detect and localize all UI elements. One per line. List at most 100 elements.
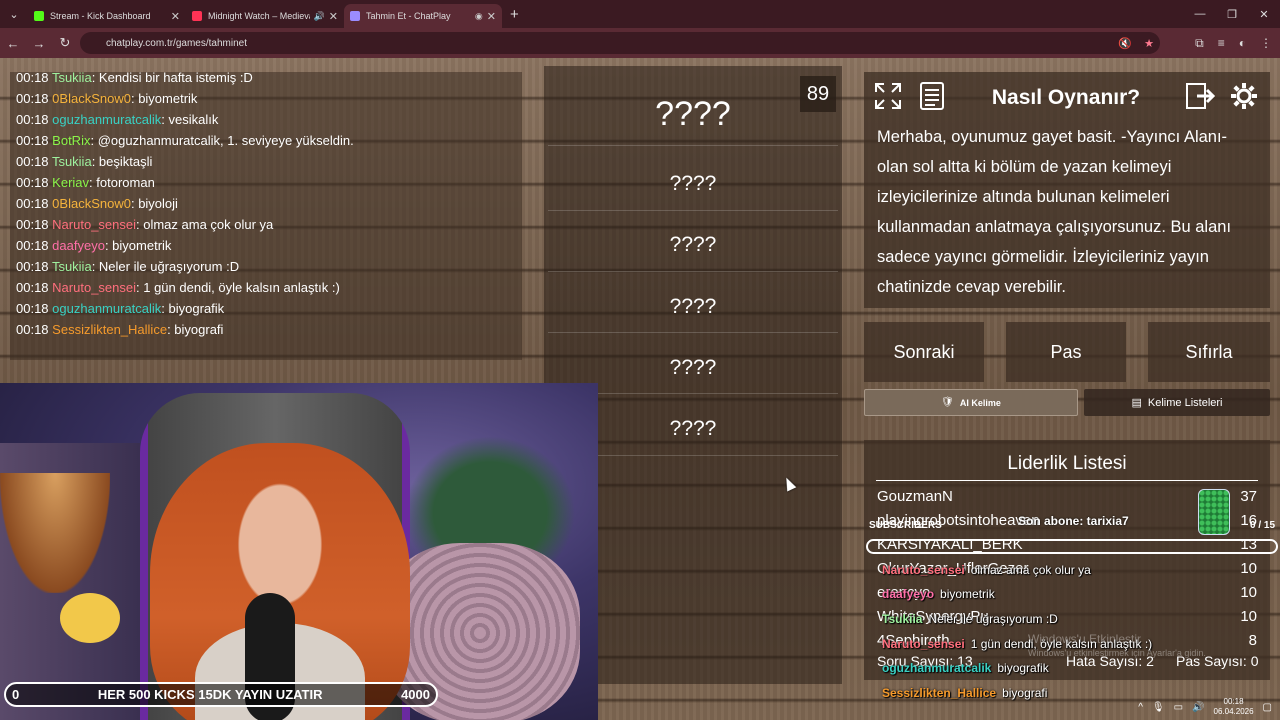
document-icon: ▤ bbox=[1131, 397, 1142, 409]
chat-username[interactable]: Naruto_sensei bbox=[52, 280, 136, 295]
tab-search-chevron-icon[interactable]: ⌄ bbox=[0, 0, 28, 28]
address-bar[interactable]: chatplay.com.tr/games/tahminet 🔇 ★ bbox=[80, 32, 1160, 54]
tab-close-icon[interactable]: ✕ bbox=[329, 10, 338, 23]
chevron-up-icon[interactable]: ^ bbox=[1138, 702, 1143, 713]
paper-umbrella bbox=[0, 473, 110, 593]
network-icon[interactable]: ▭ bbox=[1174, 702, 1183, 713]
chat-text: biyografi bbox=[174, 322, 224, 337]
overlay-chat-text: biyografi bbox=[1002, 686, 1048, 700]
notifications-icon[interactable]: ▢ bbox=[1263, 702, 1272, 713]
chat-time: 00:18 bbox=[16, 91, 49, 106]
extensions-icon[interactable]: ⧉ bbox=[1195, 36, 1204, 51]
chat-username[interactable]: Tsukiia bbox=[52, 259, 92, 274]
overlay-chat-username: Naruto_sensei bbox=[882, 563, 965, 577]
reload-icon[interactable]: ↻ bbox=[52, 35, 78, 51]
minimize-icon[interactable]: — bbox=[1184, 0, 1216, 28]
toolbar-right: ⧉ ≡ ◐ ⋮ bbox=[1195, 28, 1272, 58]
chat-message: 00:18 Naruto_sensei: olmaz ama çok olur … bbox=[16, 217, 273, 232]
watermark-subtitle: Windows'u etkinleştirmek için Ayarlar'a … bbox=[1028, 648, 1206, 658]
chat-username[interactable]: Keriav bbox=[52, 175, 89, 190]
browser-menu-icon[interactable]: ⋮ bbox=[1260, 36, 1272, 50]
fullscreen-icon[interactable] bbox=[870, 78, 906, 114]
chat-separator: : bbox=[91, 70, 99, 85]
chat-time: 00:18 bbox=[16, 154, 49, 169]
chat-username[interactable]: 0BlackSnow0 bbox=[52, 196, 131, 211]
clock[interactable]: 00:18 06.04.2026 bbox=[1214, 697, 1254, 717]
chat-time: 00:18 bbox=[16, 70, 49, 85]
clock-time: 00:18 bbox=[1223, 697, 1244, 706]
close-window-icon[interactable]: ✕ bbox=[1248, 0, 1280, 28]
reset-button[interactable]: Sıfırla bbox=[1148, 322, 1270, 382]
chat-username[interactable]: oguzhanmuratcalik bbox=[52, 301, 161, 316]
tab-close-icon[interactable]: ✕ bbox=[171, 10, 180, 23]
overlay-chat-message: oguzhanmuratcalik biyografik bbox=[882, 661, 1049, 675]
settings-gear-icon[interactable] bbox=[1226, 78, 1262, 114]
bookmark-star-icon[interactable]: ★ bbox=[1144, 37, 1154, 50]
kick-goal-start: 0 bbox=[12, 687, 20, 702]
divider bbox=[548, 145, 838, 146]
overlay-chat-text: olmaz ama çok olur ya bbox=[970, 563, 1091, 577]
chat-time: 00:18 bbox=[16, 175, 49, 190]
divider bbox=[548, 332, 838, 333]
overlay-chat-message: daafyeyo biyometrik bbox=[882, 587, 995, 601]
tab-tahmin-et[interactable]: Tahmin Et - ChatPlay ◉ ✕ bbox=[344, 4, 502, 28]
forbidden-word: ???? bbox=[669, 172, 717, 195]
tab-kick-dashboard[interactable]: Stream - Kick Dashboard ✕ bbox=[28, 4, 186, 28]
chat-time: 00:18 bbox=[16, 322, 49, 337]
next-button[interactable]: Sonraki bbox=[864, 322, 984, 382]
chat-separator: : bbox=[90, 133, 98, 148]
chat-username[interactable]: Sessizlikten_Hallice bbox=[52, 322, 167, 337]
chat-time: 00:18 bbox=[16, 133, 49, 148]
tab-midnight-watch[interactable]: Midnight Watch – Medieval 🔊 ✕ bbox=[186, 4, 344, 28]
forward-icon[interactable]: → bbox=[26, 36, 52, 51]
overlay-chat-username: Sessizlikten_Hallice bbox=[882, 686, 997, 700]
chat-username[interactable]: Tsukiia bbox=[52, 70, 92, 85]
main-hidden-word: ???? bbox=[655, 95, 731, 133]
system-tray: ^ 🎙 ▭ 🔊 00:18 06.04.2026 ▢ bbox=[1138, 696, 1272, 718]
omnibox-actions: 🔇 ★ bbox=[1118, 32, 1154, 54]
chat-time: 00:18 bbox=[16, 301, 49, 316]
chat-message: 00:18 oguzhanmuratcalik: biyografik bbox=[16, 301, 224, 316]
restore-icon[interactable]: ❐ bbox=[1216, 0, 1248, 28]
windows-activation-watermark: Windows'u Etkinleştir Windows'u etkinleş… bbox=[1028, 632, 1206, 660]
forbidden-word: ???? bbox=[669, 356, 717, 379]
overlay-chat-username: daafyeyo bbox=[882, 587, 935, 601]
overlay-chat-username: oguzhanmuratcalik bbox=[882, 661, 992, 675]
overlay-chat-username: Naruto_sensei bbox=[882, 637, 965, 651]
chat-username[interactable]: 0BlackSnow0 bbox=[52, 91, 131, 106]
media-control-icon[interactable]: ≡ bbox=[1218, 36, 1225, 50]
ai-word-button[interactable]: 🛡 AI Kelime bbox=[864, 389, 1078, 416]
divider bbox=[548, 210, 838, 211]
pass-button[interactable]: Pas bbox=[1006, 322, 1126, 382]
kick-goal-target: 4000 bbox=[401, 687, 430, 702]
leaderboard-title: Liderlik Listesi bbox=[1007, 453, 1127, 474]
back-icon[interactable]: ← bbox=[0, 36, 26, 51]
chat-message: 00:18 Tsukiia: Kendisi bir hafta istemiş… bbox=[16, 70, 253, 85]
new-tab-icon[interactable]: + bbox=[510, 6, 519, 23]
speaker-icon[interactable]: 🔊 bbox=[314, 11, 325, 22]
notes-icon[interactable] bbox=[914, 78, 950, 114]
chat-message: 00:18 Tsukiia: Neler ile uğraşıyorum :D bbox=[16, 259, 239, 274]
chat-username[interactable]: BotRix bbox=[52, 133, 90, 148]
chat-username[interactable]: oguzhanmuratcalik bbox=[52, 112, 161, 127]
chat-username[interactable]: daafyeyo bbox=[52, 238, 105, 253]
chat-separator: : bbox=[161, 112, 169, 127]
chat-text: beşiktaşli bbox=[98, 154, 153, 169]
profile-avatar-icon[interactable]: ◐ bbox=[1239, 36, 1246, 50]
sub-jar-icon bbox=[1198, 489, 1230, 535]
mic-icon[interactable]: 🎙 bbox=[1152, 702, 1165, 713]
volume-icon[interactable]: 🔊 bbox=[1192, 702, 1204, 713]
chat-username[interactable]: Tsukiia bbox=[52, 154, 92, 169]
sub-goal-count: 0 / 15 bbox=[1250, 520, 1276, 531]
chat-time: 00:18 bbox=[16, 259, 49, 274]
chat-username[interactable]: Naruto_sensei bbox=[52, 217, 136, 232]
mute-site-icon[interactable]: 🔇 bbox=[1118, 37, 1132, 50]
chat-separator: : bbox=[91, 154, 99, 169]
divider bbox=[876, 480, 1258, 481]
word-lists-button[interactable]: ▤ Kelime Listeleri bbox=[1084, 389, 1270, 416]
tab-close-icon[interactable]: ✕ bbox=[487, 10, 496, 23]
tab-title: Stream - Kick Dashboard bbox=[50, 11, 151, 21]
leaderboard-score: 8 bbox=[1248, 632, 1257, 649]
exit-icon[interactable] bbox=[1182, 78, 1218, 114]
leaderboard-score: 10 bbox=[1240, 584, 1257, 601]
